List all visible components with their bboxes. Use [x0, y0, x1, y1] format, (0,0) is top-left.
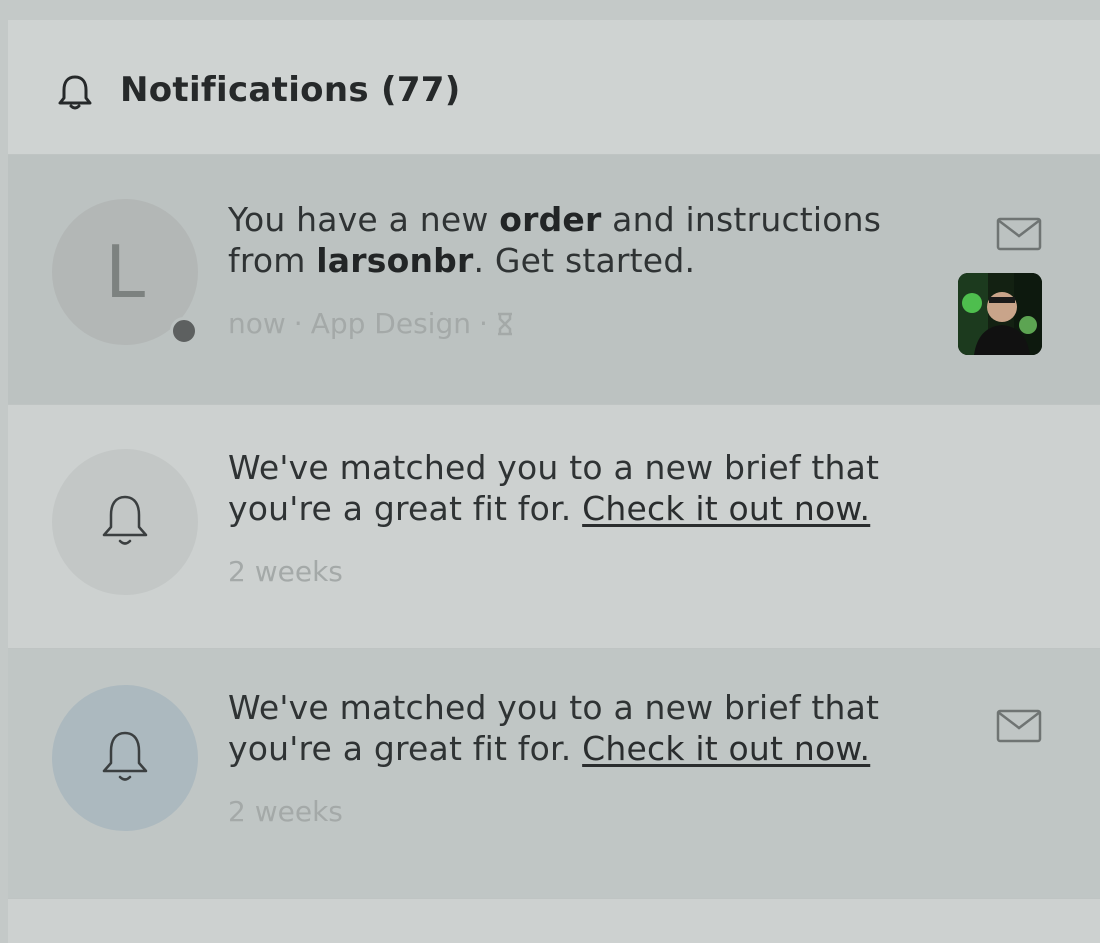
bell-icon	[102, 495, 148, 545]
mail-icon[interactable]	[996, 709, 1042, 743]
check-it-out-link[interactable]: Check it out now.	[582, 489, 870, 528]
notification-message: We've matched you to a new brief that yo…	[228, 688, 880, 768]
order-emphasis: order	[499, 200, 602, 239]
notification-item[interactable]: We've matched you to a new brief that yo…	[8, 404, 1100, 648]
notification-item[interactable]: L You have a new order and instructions …	[8, 154, 1100, 404]
hourglass-icon	[497, 312, 512, 336]
notification-time: 2 weeks	[228, 795, 343, 828]
avatar	[52, 449, 198, 595]
user-thumbnail[interactable]	[958, 273, 1042, 355]
username-emphasis: larsonbr	[316, 241, 474, 280]
check-it-out-link[interactable]: Check it out now.	[582, 729, 870, 768]
avatar	[52, 685, 198, 831]
page-title: Notifications (77)	[120, 70, 461, 110]
notification-item[interactable]: We've matched you to a new brief that yo…	[8, 648, 1100, 898]
notification-message: We've matched you to a new brief that yo…	[228, 448, 880, 528]
notification-content: We've matched you to a new brief that yo…	[228, 687, 888, 828]
bell-icon	[58, 75, 92, 110]
notification-item[interactable]	[8, 898, 1100, 943]
notification-message: You have a new order and instructions fr…	[228, 200, 882, 280]
mail-icon[interactable]	[996, 217, 1042, 251]
notification-time: now	[228, 307, 286, 340]
user-photo	[958, 273, 1042, 355]
unread-dot	[170, 317, 198, 345]
notification-meta: now · App Design ·	[228, 307, 888, 340]
notification-time: 2 weeks	[228, 555, 343, 588]
notifications-header: Notifications (77)	[8, 20, 1100, 154]
notification-category: App Design	[310, 307, 471, 340]
notification-content: We've matched you to a new brief that yo…	[228, 447, 888, 588]
avatar[interactable]: L	[52, 199, 198, 345]
notification-content: You have a new order and instructions fr…	[228, 199, 888, 340]
notifications-panel: Notifications (77) L You have a new orde…	[8, 20, 1100, 943]
bell-icon	[102, 731, 148, 781]
